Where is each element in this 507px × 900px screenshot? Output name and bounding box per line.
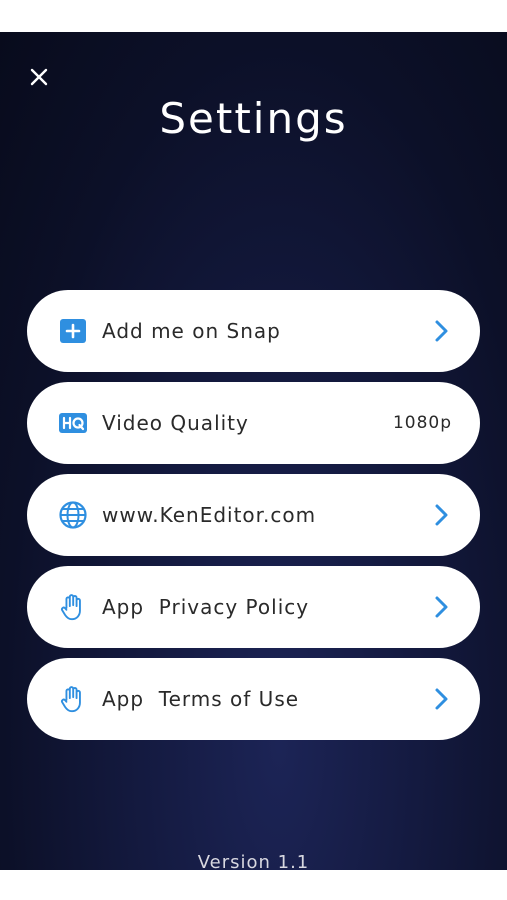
menu-item-add-me-on-snap[interactable]: Add me on Snap: [27, 290, 480, 372]
video-quality-value: 1080p: [392, 413, 452, 433]
version-label: Version 1.1: [197, 852, 310, 870]
globe-icon: [58, 500, 88, 530]
plus-square-icon: [58, 316, 88, 346]
menu-item-label: Video Quality: [102, 411, 249, 435]
page-title: Settings: [159, 94, 348, 143]
settings-menu: Add me on Snap Video Quality 1080p www.K…: [27, 290, 480, 750]
menu-item-privacy-policy[interactable]: App Privacy Policy: [27, 566, 480, 648]
menu-item-terms-of-use[interactable]: App Terms of Use: [27, 658, 480, 740]
hand-icon: [58, 684, 88, 714]
settings-screen: Settings Add me on Snap Video Quality 10…: [0, 32, 507, 870]
chevron-right-icon: [430, 686, 452, 712]
menu-item-label: App Terms of Use: [102, 687, 300, 711]
menu-item-label: www.KenEditor.com: [102, 503, 317, 527]
menu-item-label: Add me on Snap: [102, 319, 281, 343]
close-icon: [30, 68, 48, 86]
chevron-right-icon: [430, 318, 452, 344]
chevron-right-icon: [430, 502, 452, 528]
menu-item-label: App Privacy Policy: [102, 595, 310, 619]
close-button[interactable]: [24, 62, 54, 92]
hq-badge-icon: [58, 408, 88, 438]
hand-icon: [58, 592, 88, 622]
chevron-right-icon: [430, 594, 452, 620]
menu-item-website[interactable]: www.KenEditor.com: [27, 474, 480, 556]
menu-item-video-quality[interactable]: Video Quality 1080p: [27, 382, 480, 464]
